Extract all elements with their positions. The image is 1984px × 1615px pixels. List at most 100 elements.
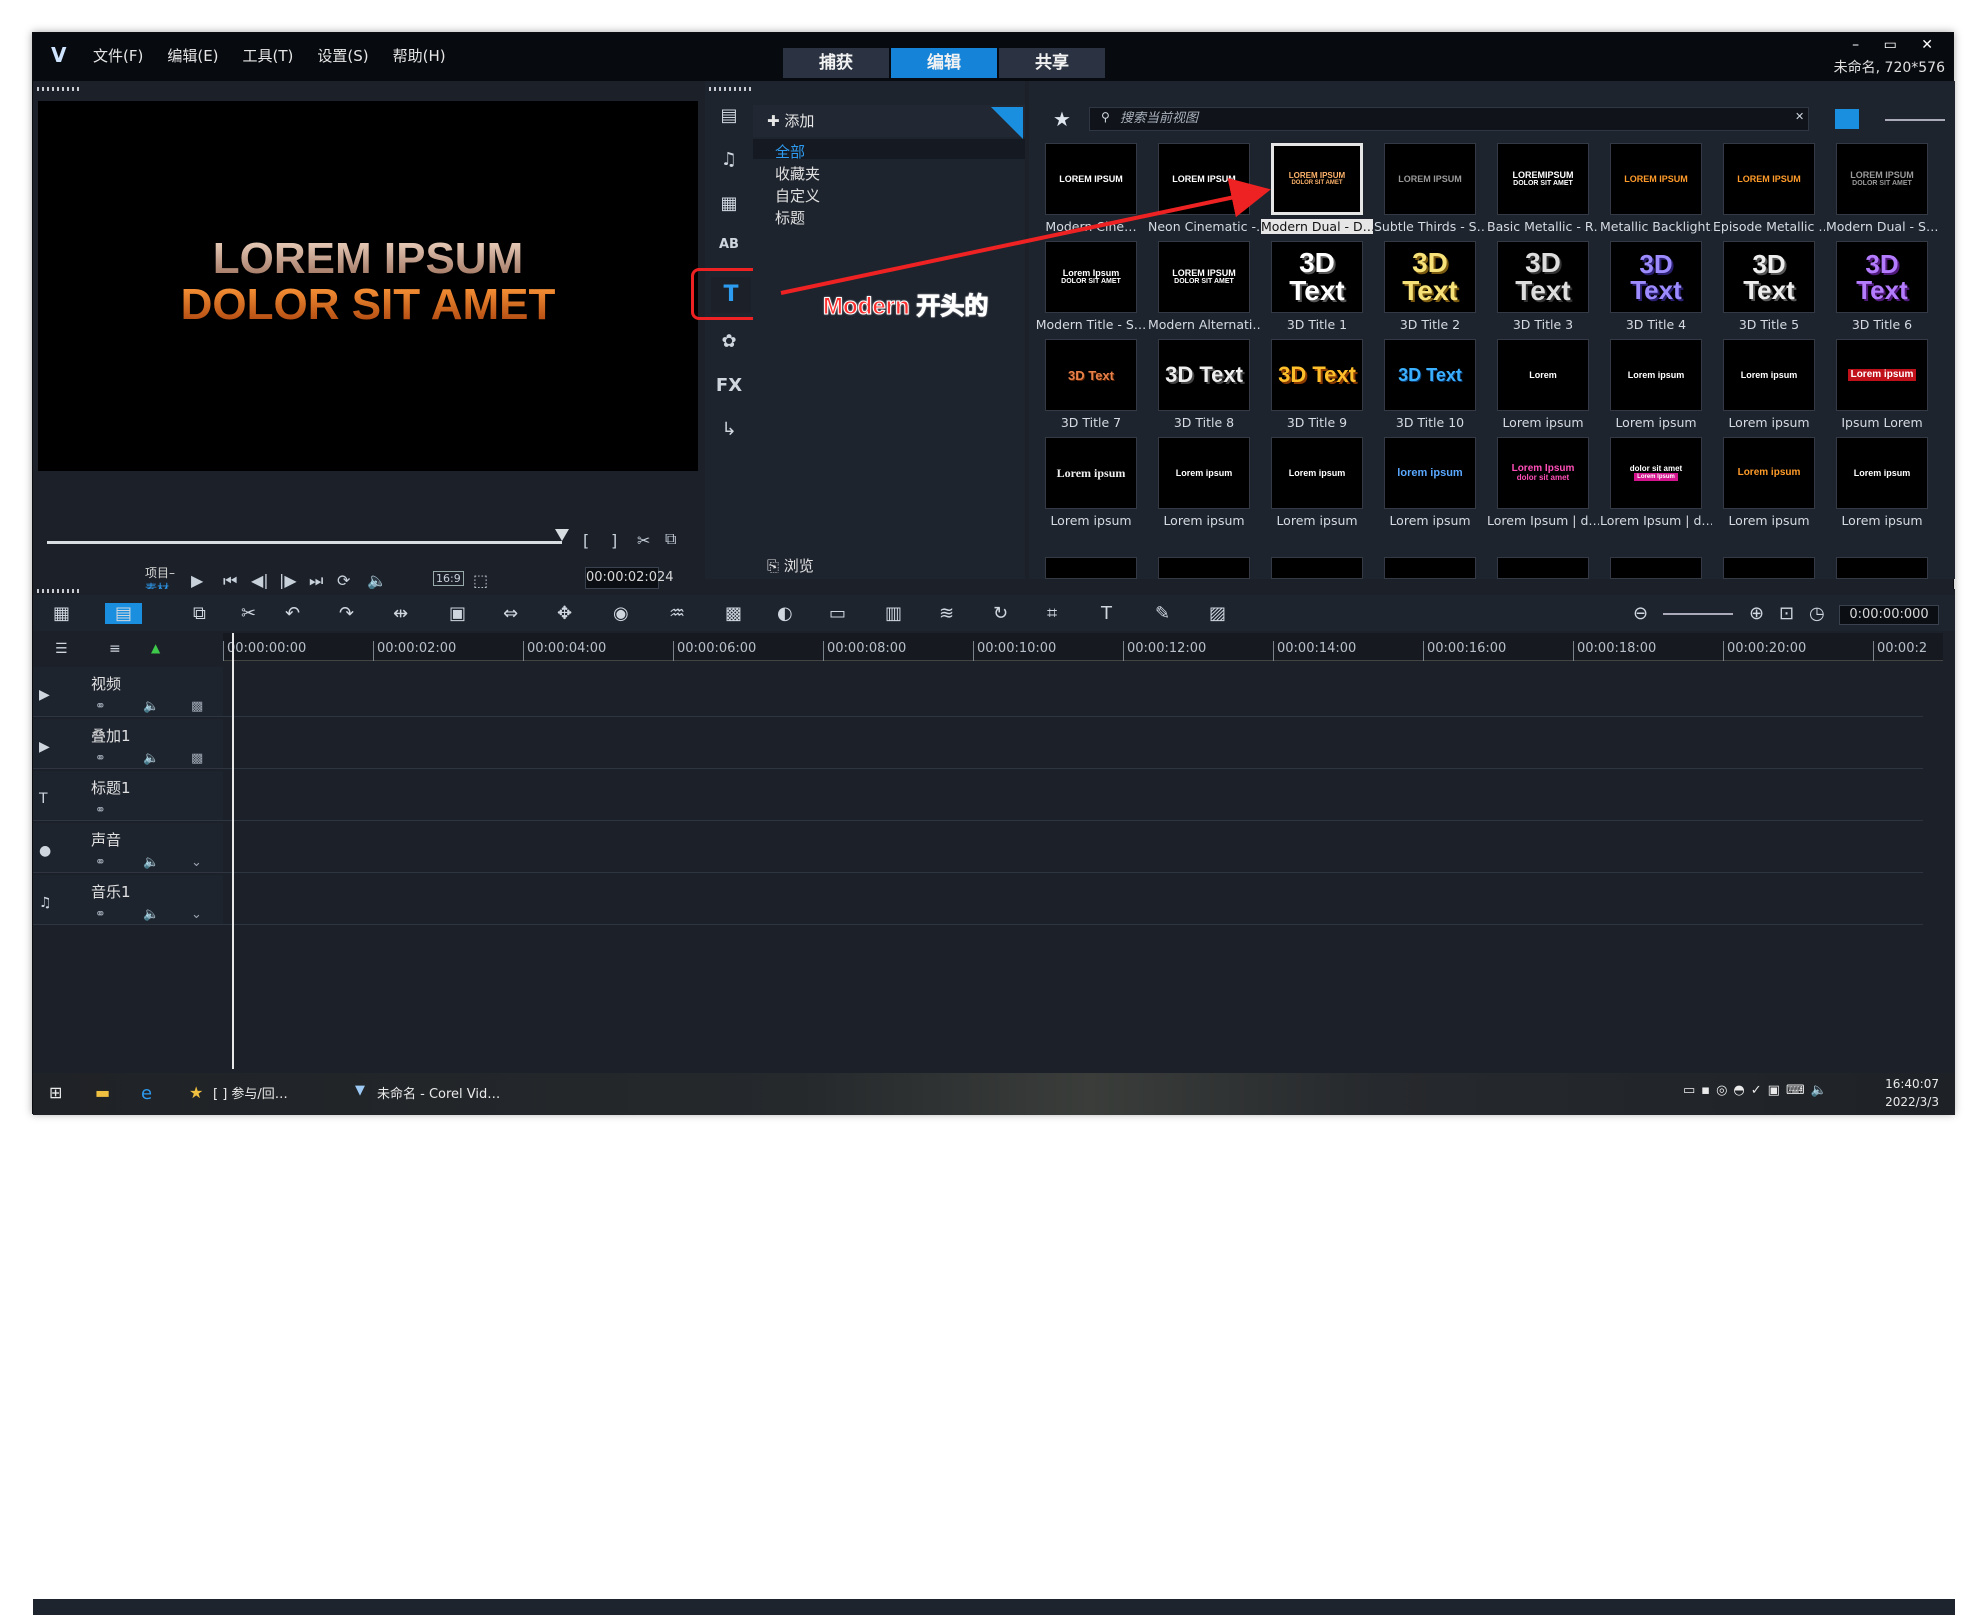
ie-icon[interactable]: e bbox=[141, 1083, 152, 1104]
title-thumbnail[interactable] bbox=[1836, 557, 1928, 579]
volume-icon[interactable]: 🔈 bbox=[367, 571, 387, 590]
title-thumbnail[interactable]: Lorem ipsum bbox=[1723, 339, 1815, 411]
title-caption[interactable]: Modern Dual - S… bbox=[1826, 219, 1938, 234]
ripple-icon[interactable]: ▩ bbox=[191, 751, 203, 766]
track-header[interactable]: T 标题1 ⚭ bbox=[33, 771, 223, 821]
folder-titles[interactable]: 标题 bbox=[775, 207, 805, 228]
title-thumbnail[interactable] bbox=[1723, 557, 1815, 579]
motion-icon[interactable]: ≋ bbox=[939, 603, 954, 624]
title-thumbnail[interactable]: 3D Text bbox=[1836, 241, 1928, 313]
add-folder-button[interactable]: ✚ 添加 bbox=[753, 105, 1025, 137]
title-caption[interactable]: Lorem ipsum bbox=[1374, 513, 1486, 528]
panel-grip[interactable] bbox=[709, 87, 753, 91]
folder-favorites[interactable]: 收藏夹 bbox=[775, 163, 820, 184]
title-thumbnail[interactable]: 3D Text bbox=[1271, 241, 1363, 313]
title-thumbnail[interactable]: LOREM IPSUM bbox=[1384, 143, 1476, 215]
timeline-timecode[interactable]: 0:00:00:000 bbox=[1839, 605, 1939, 625]
title-caption[interactable]: Modern Cine… bbox=[1035, 219, 1147, 234]
title-caption[interactable]: 3D Title 7 bbox=[1035, 415, 1147, 430]
title-caption[interactable]: 3D Title 5 bbox=[1713, 317, 1825, 332]
multicam-icon[interactable]: ▩ bbox=[725, 603, 742, 624]
title-caption[interactable]: Modern Alternati… bbox=[1148, 317, 1260, 332]
track-header[interactable]: ♫ 音乐1 ⚭ 🔈 ⌄ bbox=[33, 875, 223, 925]
timeline-ruler[interactable]: 00:00:00:00 00:00:02:00 00:00:04:00 00:00:0… bbox=[223, 633, 1943, 661]
title-thumbnail[interactable]: 3D Text bbox=[1384, 241, 1476, 313]
menu-settings[interactable]: 设置(S) bbox=[317, 45, 368, 66]
menu-tools[interactable]: 工具(T) bbox=[243, 45, 294, 66]
title-thumbnail[interactable]: Lorem Ipsum dolor sit amet bbox=[1497, 437, 1589, 509]
pan-icon[interactable]: ✥ bbox=[557, 603, 572, 624]
panel-grip[interactable] bbox=[37, 589, 81, 593]
taskbar-item-1[interactable]: [ ] 参与/回… bbox=[213, 1083, 288, 1102]
effects-icon[interactable]: ▨ bbox=[1209, 603, 1226, 624]
tools-icon[interactable]: ✂ bbox=[241, 603, 256, 624]
title-caption[interactable]: Episode Metallic … bbox=[1713, 219, 1825, 234]
mute-icon[interactable]: 🔈 bbox=[143, 699, 159, 714]
title-caption[interactable]: Ipsum Lorem bbox=[1826, 415, 1938, 430]
title-thumbnail[interactable]: Lorem ipsum bbox=[1158, 437, 1250, 509]
title-caption[interactable]: Subtle Thirds - S… bbox=[1374, 219, 1486, 234]
enlarge-preview-icon[interactable]: ⧉ bbox=[665, 529, 676, 549]
title-thumbnail[interactable]: 3D Text bbox=[1384, 339, 1476, 411]
graphics-icon[interactable]: ✿ bbox=[705, 331, 753, 352]
ripple-icon[interactable]: ▩ bbox=[191, 699, 203, 714]
title-caption[interactable]: Lorem ipsum bbox=[1487, 415, 1599, 430]
title-caption[interactable]: Basic Metallic - R… bbox=[1487, 219, 1599, 234]
split-clip-icon[interactable]: ✂ bbox=[637, 531, 650, 550]
title-thumbnail[interactable]: LOREM IPSUM bbox=[1158, 143, 1250, 215]
panel-grip[interactable] bbox=[37, 87, 81, 91]
subtitle-icon[interactable]: ▭ bbox=[829, 603, 846, 624]
media-icon[interactable]: ▤ bbox=[705, 105, 753, 126]
title-thumbnail[interactable]: Lorem Ipsum DOLOR SIT AMET bbox=[1045, 241, 1137, 313]
folder-custom[interactable]: 自定义 bbox=[775, 185, 820, 206]
home-icon[interactable]: ⏮ bbox=[223, 571, 237, 591]
file-explorer-icon[interactable]: ▬ bbox=[95, 1083, 110, 1102]
timecode-display[interactable]: 00:00:02:024 bbox=[585, 567, 674, 589]
clock-icon[interactable]: ◷ bbox=[1809, 603, 1825, 624]
title-caption[interactable]: Lorem ipsum bbox=[1713, 415, 1825, 430]
title-caption[interactable]: 3D Title 9 bbox=[1261, 415, 1373, 430]
menu-edit[interactable]: 编辑(E) bbox=[167, 45, 218, 66]
expand-icon[interactable]: ⌄ bbox=[191, 907, 202, 922]
browse-button[interactable]: ⎘ 浏览 bbox=[767, 555, 814, 576]
title-thumbnail[interactable]: LOREM IPSUM DOLOR SIT AMET bbox=[1836, 143, 1928, 215]
title-thumbnail[interactable]: Lorem ipsum bbox=[1610, 339, 1702, 411]
track-header[interactable]: ▶ 视频 ⚭ 🔈 ▩ bbox=[33, 667, 223, 717]
title-thumbnail[interactable] bbox=[1271, 557, 1363, 579]
title-caption[interactable]: 3D Title 10 bbox=[1374, 415, 1486, 430]
title-caption[interactable]: Metallic Backlight… bbox=[1600, 219, 1712, 234]
title-thumbnail[interactable]: LOREM IPSUM bbox=[1610, 143, 1702, 215]
scrub-handle[interactable] bbox=[555, 529, 569, 541]
rotate-icon[interactable]: ↻ bbox=[993, 603, 1008, 624]
title-thumbnail[interactable]: 3D Text bbox=[1045, 339, 1137, 411]
record-icon[interactable]: ◉ bbox=[613, 603, 629, 624]
audio-icon[interactable]: ♫ bbox=[705, 149, 753, 170]
title-caption[interactable]: Lorem ipsum bbox=[1600, 415, 1712, 430]
next-frame-icon[interactable]: |▶ bbox=[279, 571, 297, 590]
end-icon[interactable]: ⏭ bbox=[309, 571, 323, 591]
title-caption[interactable]: 3D Title 3 bbox=[1487, 317, 1599, 332]
track-lane[interactable] bbox=[223, 719, 1923, 769]
title-thumbnail[interactable]: Lorem ipsum bbox=[1836, 339, 1928, 411]
zoom-out-icon[interactable]: ⊖ bbox=[1633, 603, 1648, 624]
copy-icon[interactable]: ⧉ bbox=[193, 603, 206, 624]
link-icon[interactable]: ⚭ bbox=[95, 699, 106, 714]
menu-help[interactable]: 帮助(H) bbox=[393, 45, 446, 66]
title-caption[interactable]: 3D Title 8 bbox=[1148, 415, 1260, 430]
add-favorite-icon[interactable]: ★ bbox=[1053, 107, 1071, 131]
menu-file[interactable]: 文件(F) bbox=[93, 45, 143, 66]
title-thumbnail[interactable]: Lorem ipsum bbox=[1836, 437, 1928, 509]
title-thumbnail[interactable] bbox=[1610, 557, 1702, 579]
title-thumbnail[interactable]: Lorem bbox=[1497, 339, 1589, 411]
paint-icon[interactable]: ✎ bbox=[1155, 603, 1170, 624]
star-app-icon[interactable]: ★ bbox=[189, 1083, 203, 1102]
search-input[interactable]: 搜索当前视图 bbox=[1089, 107, 1809, 131]
redo-icon[interactable]: ↷ bbox=[339, 603, 354, 624]
playhead[interactable] bbox=[232, 633, 234, 1069]
title-thumbnail[interactable]: Lorem ipsum bbox=[1271, 437, 1363, 509]
undo-icon[interactable]: ↶ bbox=[285, 603, 300, 624]
link-icon[interactable]: ⚭ bbox=[95, 855, 106, 870]
title-thumbnail[interactable] bbox=[1045, 557, 1137, 579]
chapter-icon[interactable]: ≡ bbox=[109, 641, 121, 657]
window-controls[interactable]: – ▭ ✕ bbox=[1852, 37, 1943, 53]
